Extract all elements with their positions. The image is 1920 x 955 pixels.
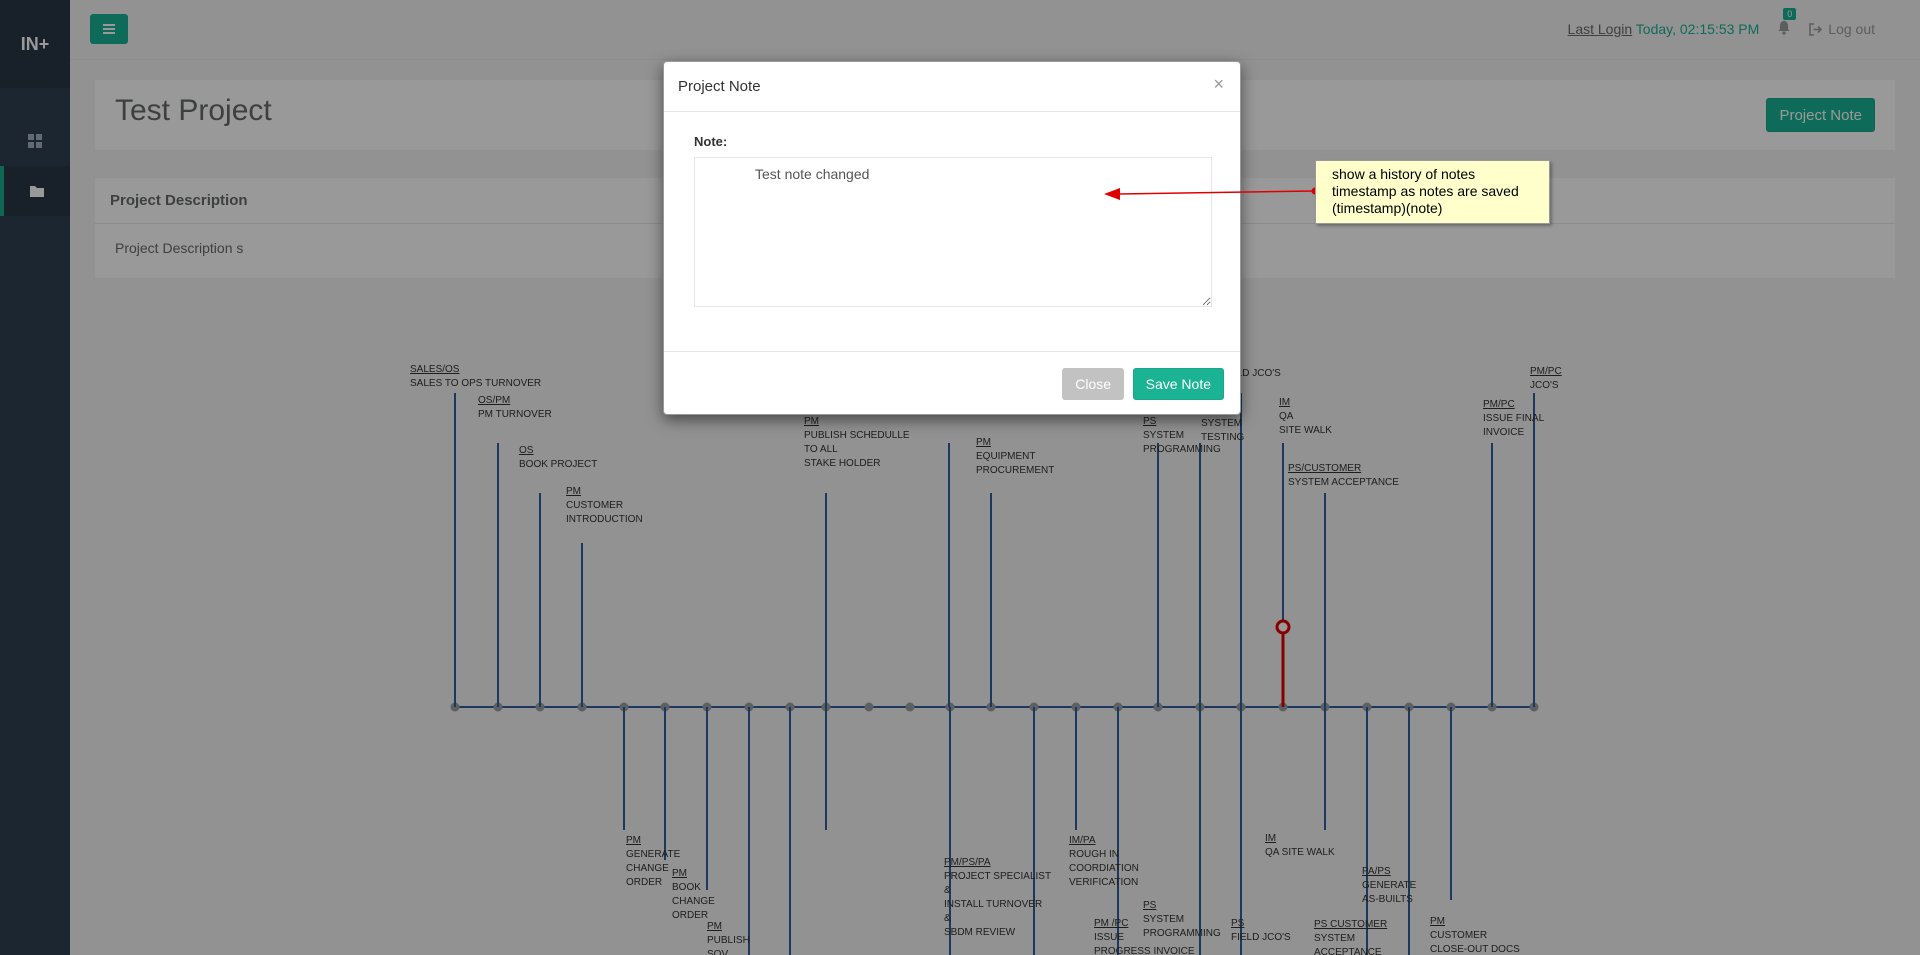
save-note-button[interactable]: Save Note [1132,368,1224,400]
annotation-line: timestamp as notes are saved [1332,183,1519,199]
note-textarea[interactable] [694,157,1212,307]
project-note-modal: Project Note × Note: Close Save Note [663,61,1241,415]
annotation-line: (timestamp)(note) [1332,200,1443,216]
annotation-callout: show a history of notes timestamp as not… [1315,160,1550,224]
note-label: Note: [694,134,728,149]
modal-close-icon[interactable]: × [1213,74,1224,95]
close-button[interactable]: Close [1062,368,1124,400]
annotation-line: show a history of notes [1332,166,1476,182]
modal-title: Project Note [678,78,761,95]
